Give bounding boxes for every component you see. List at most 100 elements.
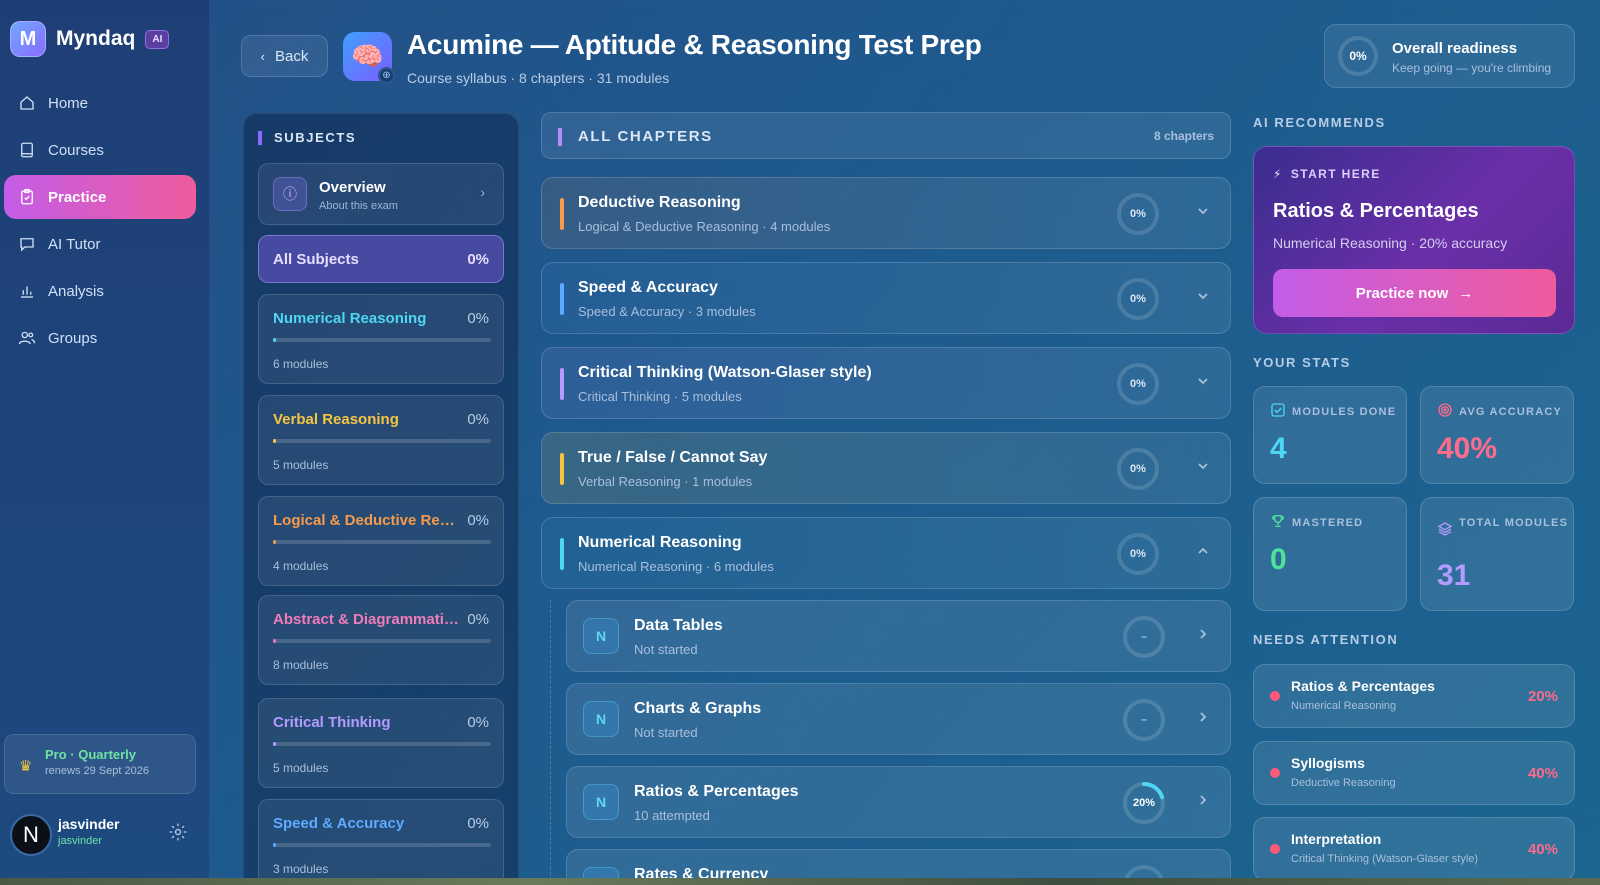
- subject-progress-bar: [273, 338, 491, 342]
- chapter-title: Deductive Reasoning: [578, 194, 741, 211]
- practice-now-button[interactable]: Practice now →: [1273, 269, 1556, 317]
- chapter-row[interactable]: Numerical Reasoning Numerical Reasoning ·…: [541, 517, 1231, 589]
- subject-modules: 3 modules: [273, 862, 329, 876]
- overview-sub: About this exam: [319, 200, 398, 212]
- stat-total-modules: TOTAL MODULES 31: [1420, 497, 1574, 611]
- attention-title: Syllogisms: [1291, 755, 1365, 771]
- chapter-title: Numerical Reasoning: [578, 534, 742, 551]
- module-progress-ring: 20%: [1123, 782, 1165, 824]
- nav-item-practice[interactable]: Practice: [4, 175, 196, 219]
- chevron-down-icon[interactable]: [1196, 374, 1210, 388]
- stat-value: 0: [1270, 543, 1287, 576]
- chapter-row[interactable]: Speed & Accuracy Speed & Accuracy · 3 mod…: [541, 262, 1231, 334]
- brain-icon: 🧠: [351, 41, 384, 71]
- recommend-tag: ⚡ START HERE: [1273, 167, 1381, 181]
- attention-sub: Critical Thinking (Watson-Glaser style): [1291, 853, 1479, 865]
- chevron-up-icon[interactable]: [1196, 544, 1210, 558]
- subject-progress-bar: [273, 742, 491, 746]
- overview-item[interactable]: ⓘ Overview About this exam ›: [258, 163, 504, 225]
- brand[interactable]: M Myndaq AI: [10, 21, 170, 57]
- attention-item[interactable]: Ratios & Percentages Numerical Reasoning 2…: [1253, 664, 1575, 728]
- gear-icon[interactable]: [168, 822, 188, 842]
- user-name: jasvinder: [58, 816, 120, 832]
- chapter-sub: Numerical Reasoning · 6 modules: [578, 559, 774, 574]
- nav-label: Groups: [48, 329, 98, 347]
- module-progress-arc: [1123, 782, 1165, 824]
- module-row[interactable]: N Charts & Graphs Not started –: [566, 683, 1231, 755]
- sidebar: M Myndaq AI Home Courses Practice AI Tut…: [0, 0, 210, 885]
- stat-label: MODULES DONE: [1292, 406, 1397, 418]
- chapter-row[interactable]: Critical Thinking (Watson-Glaser style) C…: [541, 347, 1231, 419]
- plan-title: Pro · Quarterly: [45, 747, 137, 762]
- back-button[interactable]: ‹ Back: [241, 35, 328, 77]
- subject-card[interactable]: Critical Thinking 0% 5 modules: [258, 698, 504, 788]
- attention-item[interactable]: Interpretation Critical Thinking (Watson-…: [1253, 817, 1575, 881]
- subject-name: Numerical Reasoning: [273, 310, 427, 327]
- subject-progress-fill: [273, 742, 277, 746]
- nav-item-courses[interactable]: Courses: [4, 128, 196, 172]
- subject-card[interactable]: Logical & Deductive Reasoning0% 4 modules: [258, 496, 504, 586]
- subject-card[interactable]: Verbal Reasoning 0% 5 modules: [258, 395, 504, 485]
- module-letter-icon: N: [583, 784, 619, 820]
- subjects-heading: SUBJECTS: [258, 131, 356, 145]
- chapter-row[interactable]: True / False / Cannot Say Verbal Reasonin…: [541, 432, 1231, 504]
- subject-card[interactable]: Numerical Reasoning 0% 6 modules: [258, 294, 504, 384]
- chapter-accent: [560, 283, 564, 315]
- chapter-row[interactable]: Deductive Reasoning Logical & Deductive R…: [541, 177, 1231, 249]
- user-profile[interactable]: N jasvinder jasvinder: [10, 814, 196, 864]
- chapter-pct: 0%: [1130, 378, 1146, 390]
- attention-title: Interpretation: [1291, 831, 1382, 847]
- chevron-down-icon[interactable]: [1196, 289, 1210, 303]
- chapter-accent: [560, 198, 564, 230]
- all-subjects-item[interactable]: All Subjects 0%: [258, 235, 504, 283]
- subject-progress-fill: [273, 639, 277, 643]
- info-icon: ⓘ: [273, 177, 307, 211]
- subject-name: Abstract & Diagrammatic Reasoning: [273, 611, 463, 628]
- attention-title: Ratios & Percentages: [1291, 678, 1435, 694]
- module-row[interactable]: N Data Tables Not started –: [566, 600, 1231, 672]
- attention-pct: 40%: [1527, 765, 1558, 782]
- recommend-heading: AI RECOMMENDS: [1253, 115, 1386, 130]
- chevron-down-icon[interactable]: [1196, 459, 1210, 473]
- chapter-progress-ring: 0%: [1117, 363, 1159, 405]
- subject-card[interactable]: Abstract & Diagrammatic Reasoning0% 8 mod…: [258, 595, 504, 685]
- subject-progress-fill: [273, 439, 277, 443]
- chevron-down-icon[interactable]: [1196, 204, 1210, 218]
- chevron-right-icon: ›: [480, 184, 485, 200]
- chevron-right-icon[interactable]: [1196, 627, 1210, 641]
- nav-item-ai-tutor[interactable]: AI Tutor: [4, 222, 196, 266]
- alert-dot-icon: [1270, 768, 1280, 778]
- subject-progress-bar: [273, 439, 491, 443]
- layers-icon: [1437, 522, 1453, 536]
- module-progress-ring: –: [1123, 699, 1165, 741]
- module-row[interactable]: N Ratios & Percentages 10 attempted 20%: [566, 766, 1231, 838]
- chevron-right-icon[interactable]: [1196, 710, 1210, 724]
- chapter-title: True / False / Cannot Say: [578, 449, 768, 466]
- chapter-pct: 0%: [1130, 463, 1146, 475]
- subject-name: Critical Thinking: [273, 714, 391, 731]
- nav-item-analysis[interactable]: Analysis: [4, 269, 196, 313]
- subject-name: Verbal Reasoning: [273, 411, 399, 428]
- nav-label: Analysis: [48, 282, 104, 300]
- plan-card[interactable]: ♛ Pro · Quarterly renews 29 Sept 2026: [4, 734, 196, 794]
- subject-modules: 5 modules: [273, 458, 329, 472]
- subject-modules: 5 modules: [273, 761, 329, 775]
- chapters-header: ALL CHAPTERS 8 chapters: [541, 112, 1231, 159]
- readiness-ring: 0%: [1338, 36, 1378, 76]
- avatar: N: [10, 814, 52, 856]
- chevron-left-icon: ‹: [260, 48, 265, 64]
- nav-label: Courses: [48, 141, 104, 159]
- subject-pct: 0%: [467, 411, 489, 428]
- subject-modules: 4 modules: [273, 559, 329, 573]
- attention-item[interactable]: Syllogisms Deductive Reasoning 40%: [1253, 741, 1575, 805]
- chevron-right-icon[interactable]: [1196, 793, 1210, 807]
- chapter-sub: Speed & Accuracy · 3 modules: [578, 304, 756, 319]
- logo-icon: M: [10, 21, 46, 57]
- readiness-sub: Keep going — you're climbing: [1392, 61, 1552, 75]
- nav-item-home[interactable]: Home: [4, 81, 196, 125]
- subject-card[interactable]: Speed & Accuracy 0% 3 modules: [258, 799, 504, 885]
- attention-heading: NEEDS ATTENTION: [1253, 632, 1399, 647]
- main-nav: Home Courses Practice AI Tutor Analysis …: [4, 81, 196, 363]
- subject-progress-fill: [273, 843, 277, 847]
- nav-item-groups[interactable]: Groups: [4, 316, 196, 360]
